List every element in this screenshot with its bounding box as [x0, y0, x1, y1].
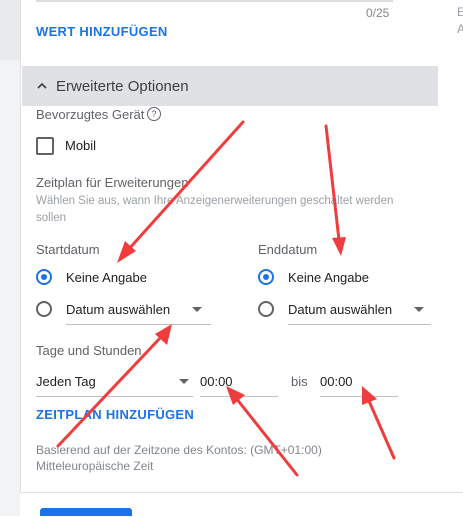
end-date-pick-radio[interactable] [258, 301, 274, 317]
day-select-underline [36, 396, 193, 397]
start-date-dropdown-underline [66, 324, 211, 325]
to-word: bis [291, 374, 308, 389]
schedule-description: Wählen Sie aus, wann Ihre Anzeigenerweit… [36, 195, 394, 224]
start-date-none-label: Keine Angabe [66, 270, 147, 285]
right-panel-text-fragment-2: A [457, 22, 463, 36]
schedule-title: Zeitplan für Erweiterungen [36, 175, 189, 190]
advanced-options-title: Erweiterte Optionen [56, 77, 189, 95]
end-date-pick-label[interactable]: Datum auswählen [288, 302, 392, 317]
to-time-underline [320, 396, 398, 397]
help-icon[interactable]: ? [147, 107, 161, 121]
end-date-none-radio[interactable] [258, 269, 274, 285]
primary-action-button[interactable] [40, 508, 132, 516]
mobile-checkbox-label: Mobil [65, 138, 97, 153]
start-date-none-radio[interactable] [36, 269, 52, 285]
end-date-none-label: Keine Angabe [288, 270, 369, 285]
to-time-input[interactable]: 00:00 [320, 374, 353, 389]
from-time-underline [200, 396, 278, 397]
value-input-underline[interactable] [36, 0, 393, 2]
day-select-caret-icon[interactable] [179, 379, 189, 384]
add-schedule-link[interactable]: ZEITPLAN HINZUFÜGEN [36, 407, 194, 422]
end-date-dropdown-underline [288, 324, 431, 325]
character-counter: 0/25 [366, 6, 390, 20]
chevron-up-icon [37, 82, 47, 89]
left-gutter [0, 0, 20, 516]
start-date-pick-label[interactable]: Datum auswählen [66, 302, 170, 317]
from-time-input[interactable]: 00:00 [200, 374, 233, 389]
end-date-label: Enddatum [258, 242, 318, 257]
start-date-dropdown-caret-icon[interactable] [192, 307, 202, 312]
add-value-link[interactable]: WERT HINZUFÜGEN [36, 24, 168, 39]
day-select[interactable]: Jeden Tag [36, 374, 96, 389]
days-hours-label: Tage und Stunden [36, 343, 142, 358]
start-date-pick-radio[interactable] [36, 301, 52, 317]
right-panel-text-fragment-1: E [457, 5, 463, 19]
start-date-label: Startdatum [36, 242, 100, 257]
preferred-device-label: Bevorzugtes Gerät [36, 107, 145, 122]
right-side-panel: E A [440, 0, 463, 516]
timezone-note-line1: Basierend auf der Zeitzone des Kontos: (… [36, 443, 322, 457]
left-gutter-tab [0, 0, 20, 60]
timezone-note-line2: Mitteleuropäische Zeit [36, 459, 154, 473]
mobile-checkbox[interactable] [36, 137, 54, 155]
advanced-options-header[interactable]: Erweiterte Optionen [22, 66, 438, 106]
end-date-dropdown-caret-icon[interactable] [414, 307, 424, 312]
